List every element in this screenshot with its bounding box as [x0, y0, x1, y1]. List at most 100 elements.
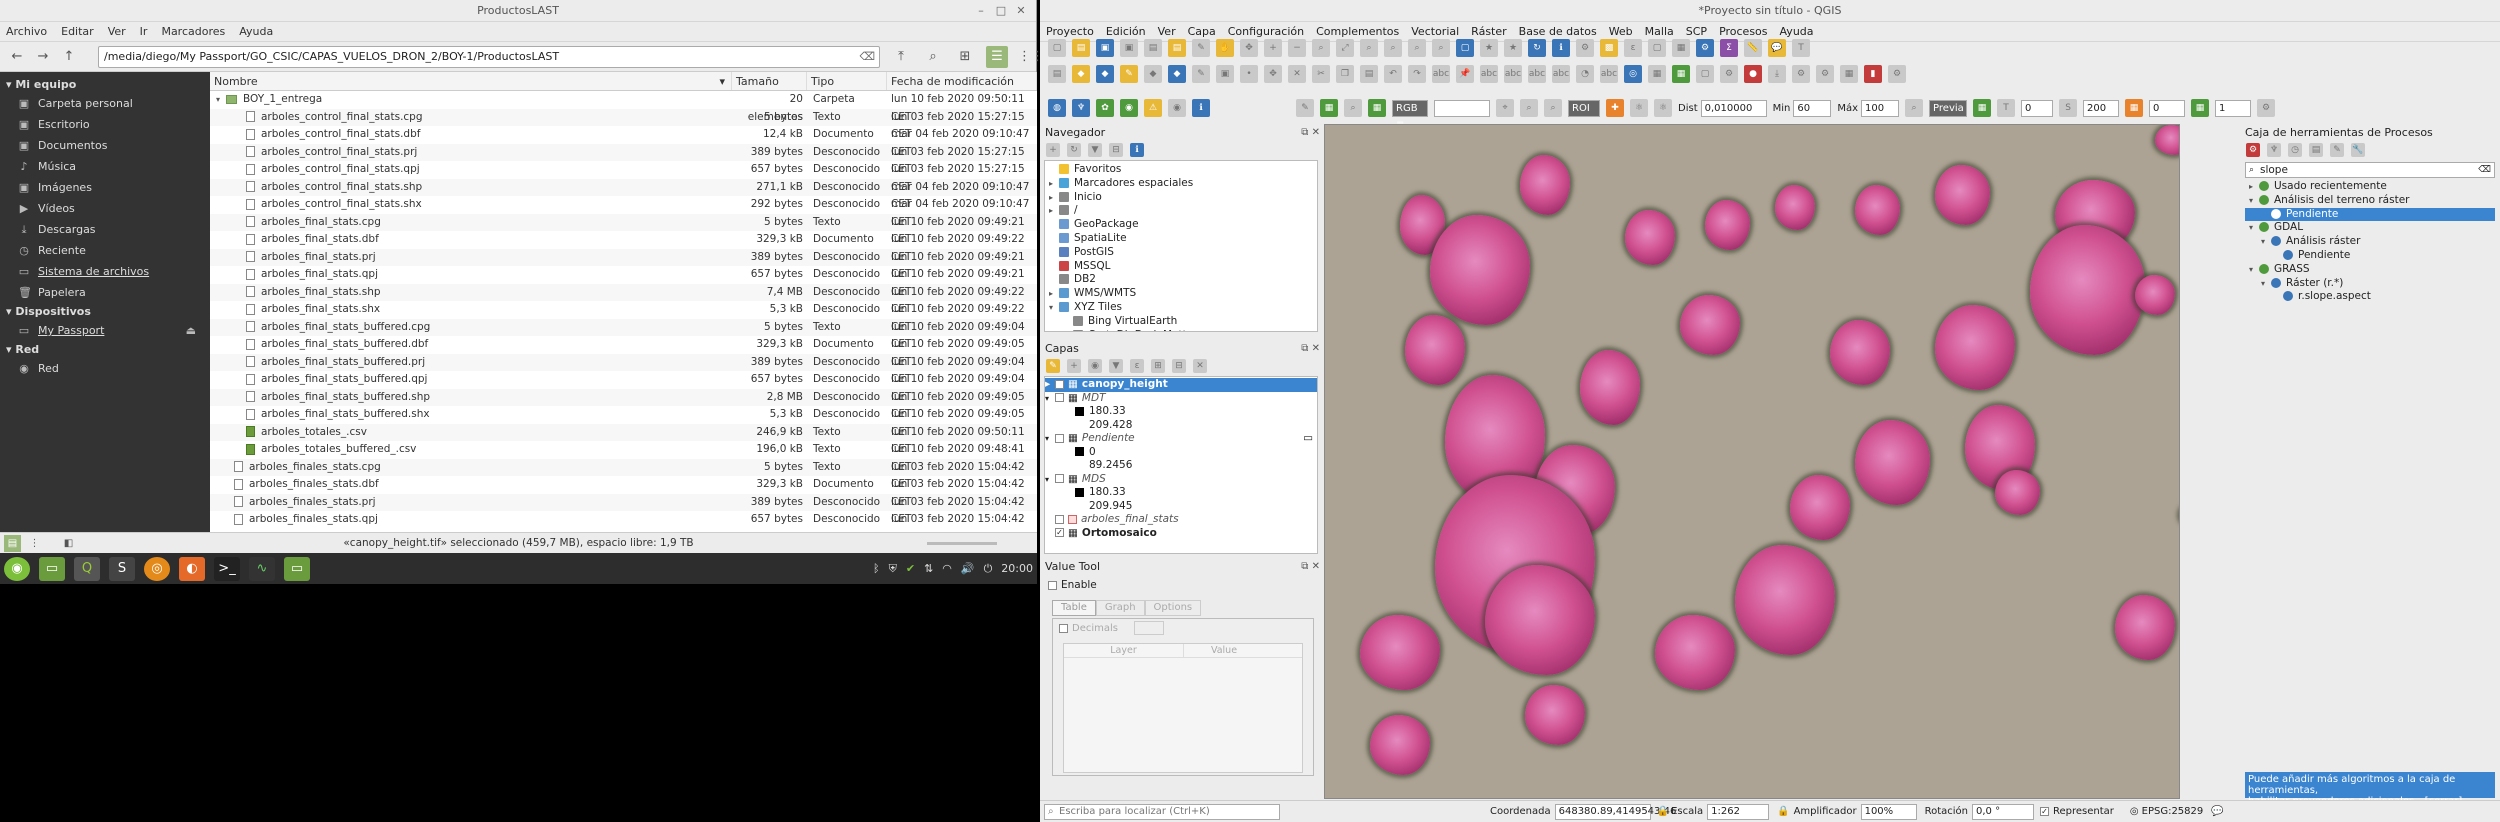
- manage-themes-icon[interactable]: ◉: [1088, 358, 1102, 373]
- table-row[interactable]: arboles_control_final_stats.qpj 657 bytes…: [210, 161, 1037, 193]
- table-row[interactable]: arboles_finales_stats.qpj 657 bytes Descon…: [210, 511, 1037, 532]
- scp-band-icon[interactable]: ▦: [1320, 99, 1338, 117]
- text-annotation-icon[interactable]: T: [1792, 39, 1810, 57]
- expand-arrow-icon[interactable]: ▾: [2261, 235, 2271, 249]
- style-manager-icon[interactable]: ✎: [1192, 39, 1210, 57]
- table-row[interactable]: arboles_final_stats.dbf 329,3 kB Documento…: [210, 231, 1037, 263]
- scp-postprocess-icon[interactable]: ⚙: [1816, 65, 1834, 83]
- clock[interactable]: 20:00: [1001, 562, 1033, 575]
- sidebar-item-network[interactable]: ◉ Red: [0, 358, 210, 379]
- saga-icon[interactable]: ◉: [1120, 99, 1138, 117]
- clear-search-icon[interactable]: ⌫: [2478, 163, 2491, 177]
- processing-item[interactable]: Pendiente: [2245, 207, 2495, 222]
- layer-checkbox[interactable]: ✓: [1055, 528, 1064, 537]
- history-icon[interactable]: ◷: [2288, 142, 2302, 157]
- list-view-icon[interactable]: ☰: [986, 46, 1008, 68]
- transparency-input[interactable]: 0: [2021, 99, 2054, 117]
- refresh-icon[interactable]: ↻: [1528, 39, 1546, 57]
- menu-marcadores[interactable]: Marcadores: [161, 25, 225, 38]
- table-row[interactable]: arboles_control_final_stats.shx 292 bytes…: [210, 196, 1037, 228]
- stretch-icon[interactable]: ⌖: [1496, 99, 1514, 117]
- save-edits-icon[interactable]: ▣: [1216, 65, 1234, 83]
- sidebar-item-recent[interactable]: ◷ Reciente: [0, 240, 210, 261]
- rgb-combo[interactable]: [1434, 99, 1490, 117]
- system-monitor-icon[interactable]: ∿: [249, 556, 275, 581]
- open-project-icon[interactable]: ▤: [1072, 39, 1090, 57]
- table-row[interactable]: arboles_final_stats_buffered.prj 389 byte…: [210, 353, 1037, 385]
- zoom-next-icon[interactable]: ⌕: [1432, 39, 1450, 57]
- tab-table[interactable]: Table: [1052, 600, 1096, 616]
- move-label-icon[interactable]: abc: [1504, 65, 1522, 83]
- layer-arboles-final-stats[interactable]: arboles_final_stats: [1045, 513, 1317, 527]
- layers-close-icon[interactable]: ⧉ ✕: [1301, 340, 1320, 357]
- expand-all-icon[interactable]: ⊞: [1151, 358, 1165, 373]
- toggle-editing-icon[interactable]: ✎: [1192, 65, 1210, 83]
- expand-arrow-icon[interactable]: ▸: [1049, 177, 1059, 191]
- collapse-all-icon[interactable]: ⊟: [1109, 142, 1123, 157]
- actions-icon[interactable]: ⚙: [1576, 39, 1594, 57]
- expand-arrow-icon[interactable]: ▾: [2261, 277, 2271, 291]
- tab-graph[interactable]: Graph: [1095, 600, 1145, 616]
- toggle-location-icon[interactable]: ⤒: [890, 46, 912, 68]
- preview-pointer-icon[interactable]: ⌕: [1905, 99, 1924, 117]
- chrome-app-icon[interactable]: ◎: [144, 556, 170, 581]
- processing-item[interactable]: r.slope.aspect: [2245, 290, 2495, 304]
- redo-icon[interactable]: ↷: [1408, 65, 1426, 83]
- select-value-icon[interactable]: ε: [1624, 39, 1642, 57]
- layer-checkbox[interactable]: ✓: [1055, 379, 1064, 389]
- class-input[interactable]: 0: [2149, 99, 2186, 117]
- expand-arrow-icon[interactable]: ▸: [1049, 287, 1059, 301]
- column-name[interactable]: Nombre ▾: [210, 72, 732, 90]
- change-label-icon[interactable]: abc: [1552, 65, 1570, 83]
- processing-options-icon[interactable]: 🔧: [2351, 142, 2365, 157]
- layer-mds[interactable]: ▾ ▦ MDS: [1045, 473, 1317, 487]
- qgis-app-icon[interactable]: Q: [74, 556, 100, 581]
- scp-download-icon[interactable]: ⤓: [1768, 65, 1786, 83]
- zoom-in-icon[interactable]: +: [1264, 39, 1282, 57]
- browser-item[interactable]: Bing VirtualEarth: [1045, 315, 1317, 329]
- scp-tools-icon[interactable]: ⚙: [1720, 65, 1738, 83]
- scp-roi-icon[interactable]: ▢: [1696, 65, 1714, 83]
- size-icon[interactable]: S: [2059, 99, 2078, 117]
- decimals-checkbox[interactable]: [1059, 623, 1068, 633]
- browser-item[interactable]: ▸ Marcadores espaciales: [1045, 177, 1317, 191]
- menu-ver[interactable]: Ver: [108, 25, 126, 38]
- temporary-layer-icon[interactable]: ◆: [1144, 65, 1162, 83]
- edit-features-icon[interactable]: ✎: [2330, 142, 2344, 157]
- info-icon[interactable]: ℹ: [1192, 99, 1210, 117]
- layer-pendiente[interactable]: ▾ ▦ Pendiente ▭: [1045, 432, 1317, 446]
- forward-arrow-icon[interactable]: →: [32, 46, 54, 68]
- browser-item[interactable]: DB2: [1045, 273, 1317, 287]
- processing-toolbox-icon[interactable]: ⚙: [1696, 39, 1714, 57]
- deselect-icon[interactable]: ▢: [1648, 39, 1666, 57]
- zoom-slider[interactable]: [927, 542, 997, 545]
- sidebar-heading-devices[interactable]: ▾ Dispositivos: [0, 303, 210, 320]
- layer-checkbox[interactable]: [1055, 393, 1064, 402]
- identify-icon[interactable]: ℹ: [1552, 39, 1570, 57]
- sidebar-item-pictures[interactable]: ▣ Imágenes: [0, 177, 210, 198]
- menu-editar[interactable]: Editar: [61, 25, 94, 38]
- layer-checkbox[interactable]: [1055, 474, 1064, 483]
- bluetooth-icon[interactable]: ᛒ: [873, 562, 880, 575]
- digitize-icon[interactable]: ✎: [1120, 65, 1138, 83]
- decimals-spinner[interactable]: [1134, 621, 1164, 635]
- layer-indicator-icon[interactable]: ▭: [1303, 432, 1313, 446]
- menu-ayuda[interactable]: Ayuda: [239, 25, 273, 38]
- magnifier-lock-icon[interactable]: 🔒: [1777, 806, 1789, 817]
- attribute-table-icon[interactable]: ▦: [1672, 39, 1690, 57]
- expand-arrow-icon[interactable]: ▸: [1049, 191, 1059, 205]
- crs-label[interactable]: EPSG:25829: [2142, 806, 2204, 817]
- table-row[interactable]: ▾ BOY_1_entrega 20 elementos Carpeta lun 10 …: [210, 91, 1037, 123]
- menu-icon[interactable]: ◉: [4, 556, 30, 581]
- table-row[interactable]: arboles_control_final_stats.cpg 5 bytes Te…: [210, 108, 1037, 140]
- firefox-app-icon[interactable]: ◐: [179, 556, 205, 581]
- shield-icon[interactable]: ⛨: [889, 562, 897, 576]
- sidebar-item-my-passport[interactable]: ▭ My Passport ⏏: [0, 320, 210, 341]
- tab-options[interactable]: Options: [1144, 600, 1202, 616]
- raster-align-icon[interactable]: ▦: [1648, 65, 1666, 83]
- locator-search[interactable]: ⌕ Escriba para localizar (Ctrl+K): [1044, 803, 1280, 820]
- filter-legend-icon[interactable]: ▼: [1109, 358, 1123, 373]
- layer-canopy-height[interactable]: ▸ ✓ ▦ canopy_height: [1045, 378, 1317, 392]
- minimize-icon[interactable]: –: [972, 2, 990, 20]
- show-labels-icon[interactable]: abc: [1480, 65, 1498, 83]
